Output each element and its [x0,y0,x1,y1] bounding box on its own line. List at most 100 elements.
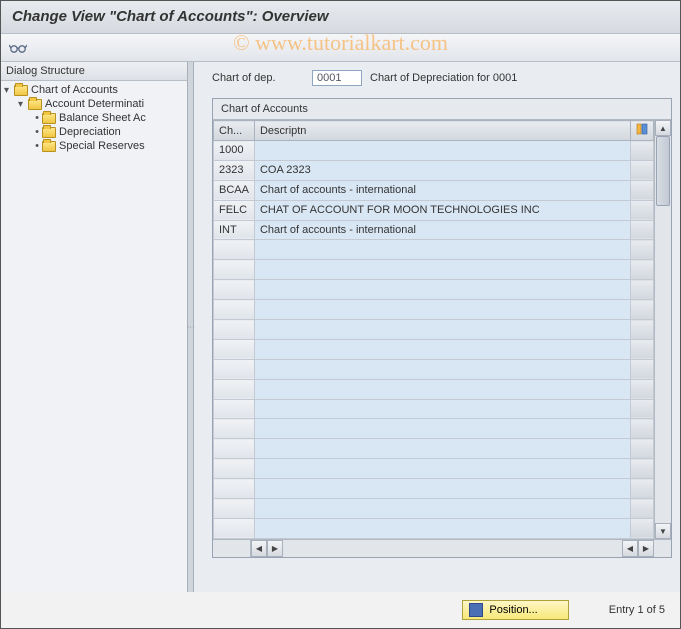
cell-code[interactable] [214,499,255,519]
table-row[interactable] [214,339,654,359]
vertical-scrollbar[interactable]: ▲ ▼ [654,120,671,539]
cell-desc[interactable] [254,479,630,499]
cell-desc[interactable] [254,359,630,379]
cell-desc[interactable] [254,499,630,519]
cell-select[interactable] [631,240,654,260]
cell-code[interactable] [214,320,255,340]
horizontal-scrollbar[interactable]: ◀ ▶ ◀ ▶ [213,539,671,557]
cell-code[interactable]: 1000 [214,141,255,161]
cell-select[interactable] [631,499,654,519]
cell-select[interactable] [631,399,654,419]
scroll-left-icon[interactable]: ◀ [251,540,267,557]
cell-select[interactable] [631,359,654,379]
cell-code[interactable]: 2323 [214,160,255,180]
cell-select[interactable] [631,220,654,240]
col-header-select[interactable] [631,121,654,141]
cell-desc[interactable] [254,379,630,399]
table-row[interactable] [214,518,654,538]
cell-desc[interactable] [254,339,630,359]
cell-desc[interactable]: Chart of accounts - international [254,180,630,200]
cell-code[interactable] [214,240,255,260]
glasses-icon[interactable] [8,39,28,57]
cell-select[interactable] [631,200,654,220]
cell-desc[interactable] [254,459,630,479]
cell-desc[interactable] [254,518,630,538]
cell-code[interactable] [214,439,255,459]
table-row[interactable] [214,300,654,320]
cell-code[interactable] [214,300,255,320]
scroll-left-icon[interactable]: ◀ [622,540,638,557]
cell-select[interactable] [631,419,654,439]
table-row[interactable] [214,399,654,419]
cell-desc[interactable] [254,300,630,320]
position-button[interactable]: Position... [462,600,568,620]
table-row[interactable]: BCAAChart of accounts - international [214,180,654,200]
cell-code[interactable]: INT [214,220,255,240]
tree-item-balance-sheet[interactable]: • Balance Sheet Ac [0,111,187,125]
col-header-desc[interactable]: Descriptn [254,121,630,141]
cell-code[interactable] [214,260,255,280]
scroll-thumb[interactable] [656,136,670,206]
cell-select[interactable] [631,320,654,340]
scroll-down-icon[interactable]: ▼ [655,523,671,539]
cell-select[interactable] [631,459,654,479]
tree-item-depreciation[interactable]: • Depreciation [0,125,187,139]
table-row[interactable] [214,240,654,260]
table-row[interactable]: INTChart of accounts - international [214,220,654,240]
cell-desc[interactable] [254,280,630,300]
cell-desc[interactable]: COA 2323 [254,160,630,180]
table-row[interactable] [214,459,654,479]
cell-desc[interactable]: CHAT OF ACCOUNT FOR MOON TECHNOLOGIES IN… [254,200,630,220]
cell-select[interactable] [631,280,654,300]
cell-code[interactable]: BCAA [214,180,255,200]
cell-code[interactable] [214,459,255,479]
chart-of-dep-input[interactable] [312,70,362,86]
table-row[interactable] [214,419,654,439]
scroll-right-icon[interactable]: ▶ [267,540,283,557]
cell-select[interactable] [631,379,654,399]
scroll-track[interactable] [655,136,671,523]
cell-desc[interactable] [254,240,630,260]
scroll-right-icon[interactable]: ▶ [638,540,654,557]
cell-select[interactable] [631,141,654,161]
cell-code[interactable]: FELC [214,200,255,220]
scroll-up-icon[interactable]: ▲ [655,120,671,136]
cell-select[interactable] [631,260,654,280]
cell-desc[interactable] [254,399,630,419]
cell-code[interactable] [214,339,255,359]
tree-item-account-determination[interactable]: ▾ Account Determinati [0,97,187,111]
tree-item-special-reserves[interactable]: • Special Reserves [0,139,187,153]
cell-select[interactable] [631,479,654,499]
cell-code[interactable] [214,359,255,379]
cell-desc[interactable] [254,439,630,459]
table-row[interactable] [214,260,654,280]
table-row[interactable] [214,499,654,519]
cell-select[interactable] [631,300,654,320]
table-row[interactable] [214,379,654,399]
cell-select[interactable] [631,339,654,359]
table-row[interactable]: FELCCHAT OF ACCOUNT FOR MOON TECHNOLOGIE… [214,200,654,220]
col-header-code[interactable]: Ch... [214,121,255,141]
cell-select[interactable] [631,160,654,180]
cell-code[interactable] [214,280,255,300]
cell-desc[interactable]: Chart of accounts - international [254,220,630,240]
cell-select[interactable] [631,180,654,200]
tree-toggle-icon[interactable]: ▾ [18,99,28,110]
cell-code[interactable] [214,419,255,439]
cell-desc[interactable] [254,419,630,439]
table-row[interactable]: 1000 [214,141,654,161]
cell-desc[interactable] [254,320,630,340]
cell-code[interactable] [214,479,255,499]
table-row[interactable] [214,359,654,379]
cell-desc[interactable] [254,260,630,280]
cell-code[interactable] [214,518,255,538]
table-row[interactable] [214,320,654,340]
table-row[interactable] [214,439,654,459]
cell-desc[interactable] [254,141,630,161]
cell-select[interactable] [631,518,654,538]
cell-select[interactable] [631,439,654,459]
table-row[interactable] [214,280,654,300]
cell-code[interactable] [214,399,255,419]
table-row[interactable]: 2323COA 2323 [214,160,654,180]
table-row[interactable] [214,479,654,499]
